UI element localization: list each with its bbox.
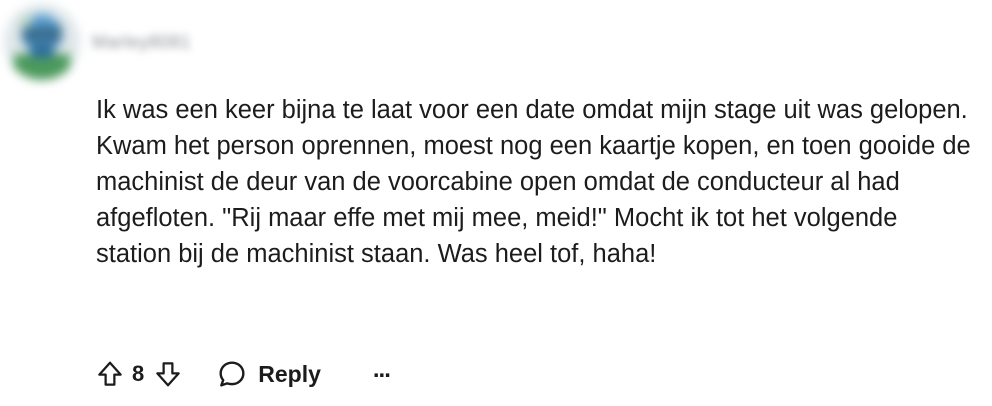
avatar[interactable] [4,4,80,80]
avatar-image [4,4,80,80]
reply-button[interactable]: Reply [216,358,321,390]
reply-label: Reply [258,360,321,387]
speech-bubble-icon [219,361,245,387]
comment: Marley8081 Ik was een keer bijna te laat… [0,0,992,406]
arrow-down-icon [156,362,180,387]
downvote-button[interactable] [148,354,188,394]
arrow-up-icon [98,361,122,386]
comment-actions: 8 Reply ... [90,352,391,396]
upvote-button[interactable] [90,354,130,394]
comment-body: Ik was een keer bijna te laat voor een d… [96,96,971,268]
vote-score: 8 [132,361,145,386]
author-username[interactable]: Marley8081 [92,32,191,53]
more-options-button[interactable]: ... [373,358,391,388]
